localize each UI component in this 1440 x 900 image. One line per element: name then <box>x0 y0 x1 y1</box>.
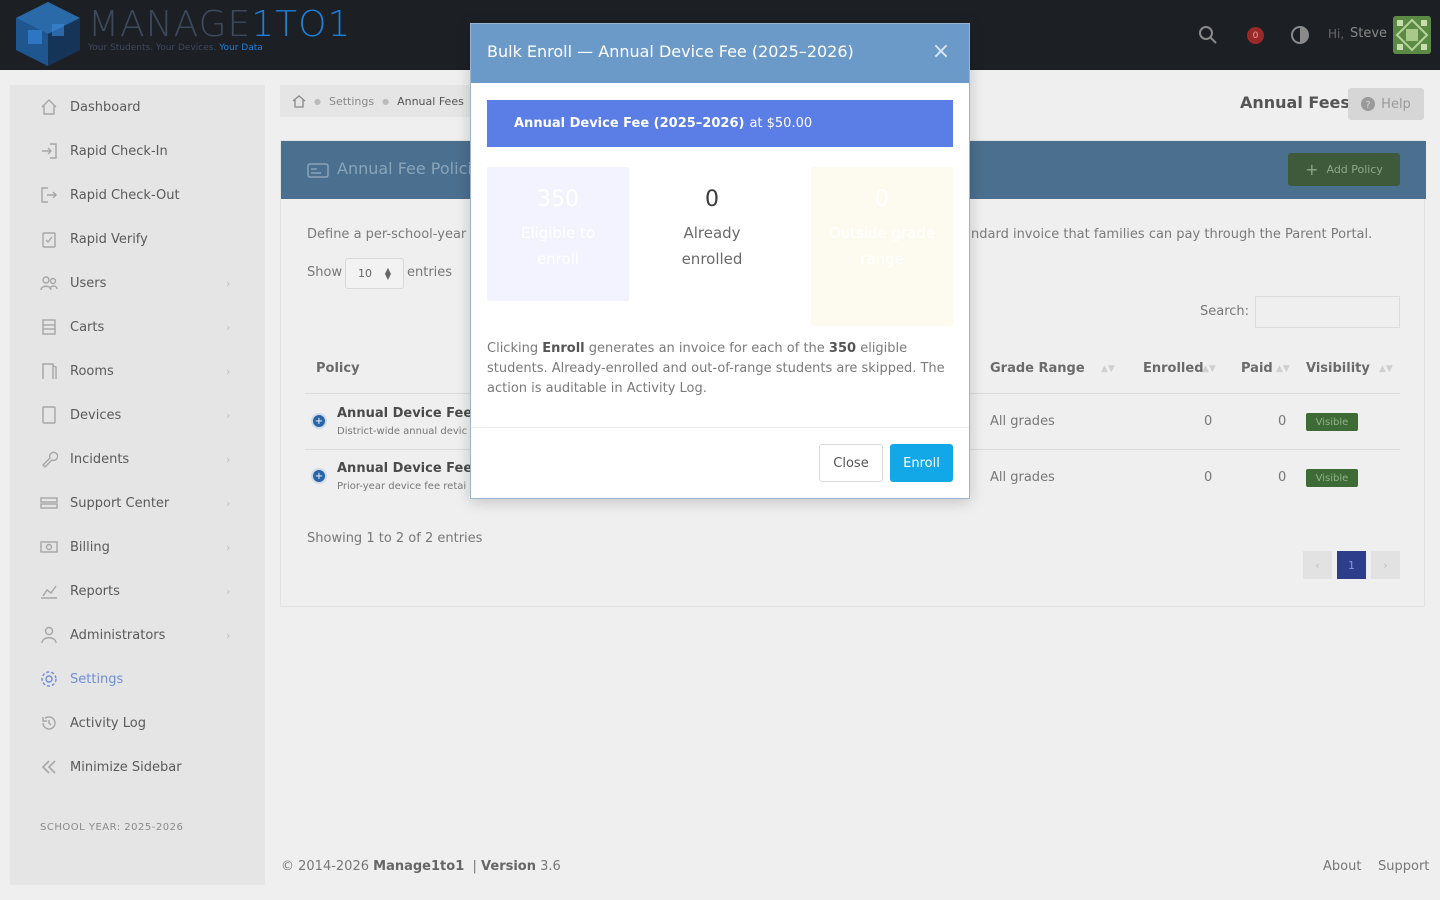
close-button[interactable]: Close <box>819 444 883 482</box>
stat-outside-range: 0 Outside grade range <box>811 167 953 326</box>
modal-explanation: Clicking Enroll generates an invoice for… <box>487 341 945 396</box>
modal-title: Bulk Enroll — Annual Device Fee (2025–20… <box>487 42 854 61</box>
modal-header: Bulk Enroll — Annual Device Fee (2025–20… <box>471 24 969 83</box>
close-icon[interactable]: × <box>931 41 951 63</box>
fee-banner: Annual Device Fee (2025–2026) at $50.00 <box>487 100 953 147</box>
bulk-enroll-modal: Bulk Enroll — Annual Device Fee (2025–20… <box>470 23 970 499</box>
stat-already-enrolled: 0 Already enrolled <box>641 167 783 301</box>
modal-divider <box>471 427 969 428</box>
stat-eligible: 350 Eligible to enroll <box>487 167 629 301</box>
enroll-button[interactable]: Enroll <box>890 444 953 482</box>
